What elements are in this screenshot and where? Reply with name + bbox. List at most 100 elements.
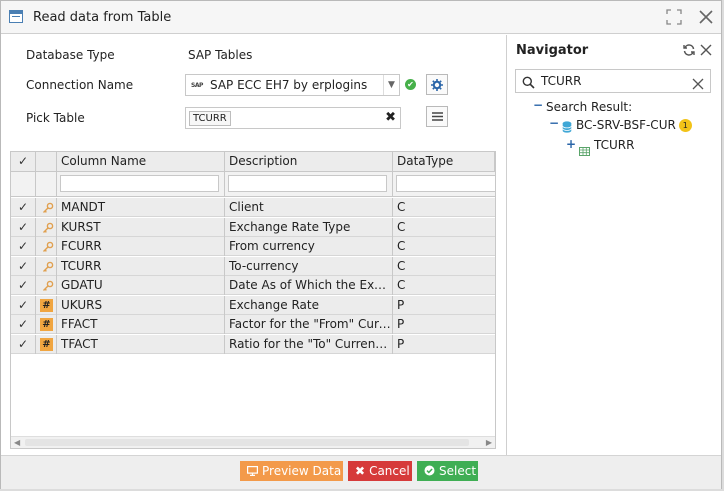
- description-cell: Client: [225, 198, 393, 217]
- connection-select[interactable]: SAP SAP ECC EH7 by erplogins ▼: [185, 74, 400, 96]
- table-row[interactable]: ✓ TCURR To-currency C: [11, 256, 495, 276]
- collapse-icon[interactable]: −: [533, 98, 543, 112]
- key-icon: [42, 279, 54, 291]
- table-row[interactable]: ✓ # FFACT Factor for the "From" Curre... P: [11, 315, 495, 334]
- connection-select-value: SAP ECC EH7 by erplogins: [210, 78, 368, 92]
- row-type-cell: [36, 276, 57, 295]
- table-icon: [579, 141, 590, 160]
- connection-ok-icon: ✔: [405, 79, 416, 90]
- clear-icon[interactable]: ✖: [385, 110, 396, 125]
- tree-root-label[interactable]: Search Result:: [546, 100, 632, 114]
- window-title: Read data from Table: [33, 10, 172, 25]
- filter-datatype-cell: [393, 172, 495, 197]
- preview-data-button[interactable]: Preview Data: [240, 461, 343, 481]
- datatype-cell: C: [397, 278, 406, 292]
- tree-leaf-tcurr[interactable]: TCURR: [594, 138, 634, 152]
- preview-data-label: Preview Data: [262, 464, 342, 478]
- datatype-cell: P: [397, 297, 405, 312]
- table-row[interactable]: ✓ # TFACT Ratio for the "To" Currency ... P: [11, 334, 495, 354]
- row-checkbox[interactable]: ✓: [11, 217, 36, 237]
- row-checkbox[interactable]: ✓: [11, 256, 36, 276]
- chevron-down-icon[interactable]: ▼: [383, 75, 399, 95]
- row-checkbox[interactable]: ✓: [11, 315, 36, 334]
- column-name-cell: FFACT: [57, 315, 225, 334]
- tree-group-label: BC-SRV-BSF-CUR: [576, 118, 676, 132]
- cancel-button[interactable]: ✖ Cancel: [348, 461, 412, 481]
- column-name-filter-input[interactable]: [60, 175, 219, 192]
- grid-header: ✓ Column Name Description DataType: [11, 152, 495, 172]
- description-cell: Exchange Rate: [225, 295, 393, 315]
- horizontal-scrollbar[interactable]: ◀ ▶: [11, 436, 495, 448]
- datatype-cell: P: [397, 317, 405, 331]
- result-count-badge: 1: [678, 119, 692, 132]
- filter-spacer-icon: [36, 172, 57, 197]
- table-row[interactable]: ✓ KURST Exchange Rate Type C: [11, 217, 495, 237]
- row-checkbox[interactable]: ✓: [11, 334, 36, 354]
- select-all-checkbox[interactable]: ✓: [11, 152, 36, 172]
- hash-icon: #: [40, 298, 53, 312]
- datatype-filter-input[interactable]: [396, 175, 495, 192]
- pick-table-label: Pick Table: [26, 111, 85, 125]
- column-name-cell: TCURR: [57, 256, 225, 276]
- close-icon[interactable]: [697, 8, 715, 26]
- refresh-icon[interactable]: [683, 41, 695, 60]
- pick-table-input[interactable]: TCURR ✖: [185, 107, 401, 129]
- expand-icon[interactable]: +: [566, 137, 576, 151]
- row-type-cell: [36, 217, 57, 237]
- table-row[interactable]: ✓ # UKURS Exchange Rate P: [11, 295, 495, 315]
- dialog-footer: Preview Data ✖ Cancel Select: [1, 455, 721, 489]
- navigator-search-input[interactable]: TCURR: [515, 69, 711, 93]
- select-label: Select: [439, 464, 477, 478]
- datatype-cell: C: [397, 200, 406, 214]
- check-circle-icon: [424, 461, 435, 481]
- row-checkbox[interactable]: ✓: [11, 276, 36, 295]
- scroll-right-icon[interactable]: ▶: [486, 438, 492, 447]
- description-filter-input[interactable]: [228, 175, 387, 192]
- row-checkbox[interactable]: ✓: [11, 295, 36, 315]
- description-cell: From currency: [225, 237, 393, 256]
- select-button[interactable]: Select: [417, 461, 478, 481]
- row-checkbox[interactable]: ✓: [11, 198, 36, 217]
- search-clear-icon[interactable]: [692, 75, 704, 94]
- key-icon: [42, 260, 54, 272]
- tree-group-item[interactable]: BC-SRV-BSF-CUR 1: [576, 118, 692, 132]
- sap-logo-icon: SAP: [191, 82, 203, 89]
- column-name-header[interactable]: Column Name: [57, 152, 225, 172]
- column-name-cell: TFACT: [57, 334, 225, 354]
- description-cell: To-currency: [225, 256, 393, 276]
- search-icon: [522, 74, 535, 93]
- key-icon: [42, 240, 54, 252]
- description-header[interactable]: Description: [225, 152, 393, 172]
- read-table-dialog: Read data from Table Database Type SAP T…: [0, 0, 722, 489]
- filter-column-name-cell: [57, 172, 225, 197]
- datatype-cell: C: [397, 219, 406, 234]
- navigator-close-icon[interactable]: [700, 41, 712, 60]
- connection-settings-button[interactable]: [426, 74, 448, 95]
- table-row[interactable]: ✓ GDATU Date As of Which the Excha... C: [11, 276, 495, 295]
- table-row[interactable]: ✓ FCURR From currency C: [11, 237, 495, 256]
- datatype-header[interactable]: DataType: [393, 152, 495, 172]
- scroll-left-icon[interactable]: ◀: [14, 438, 20, 447]
- key-icon: [42, 221, 54, 233]
- maximize-icon[interactable]: [665, 8, 683, 26]
- gear-icon: [431, 78, 443, 91]
- filter-row: [11, 172, 495, 197]
- database-type-label: Database Type: [26, 48, 115, 62]
- scrollbar-thumb[interactable]: [25, 439, 469, 446]
- datatype-cell: C: [397, 258, 406, 273]
- navigator-panel: Navigator TCURR − Search Result: − BC-SR…: [506, 35, 721, 455]
- table-list-button[interactable]: [426, 106, 448, 127]
- table-chip[interactable]: TCURR: [189, 111, 231, 126]
- menu-icon: [431, 112, 443, 121]
- database-icon: [562, 118, 572, 137]
- table-row[interactable]: ✓ MANDT Client C: [11, 198, 495, 217]
- cancel-label: Cancel: [369, 464, 410, 478]
- row-type-cell: #: [36, 315, 57, 334]
- column-name-cell: GDATU: [57, 276, 225, 295]
- collapse-icon[interactable]: −: [549, 116, 559, 130]
- column-name-cell: FCURR: [57, 237, 225, 256]
- row-type-cell: [36, 198, 57, 217]
- filter-description-cell: [225, 172, 393, 197]
- monitor-icon: [247, 461, 259, 481]
- row-checkbox[interactable]: ✓: [11, 237, 36, 256]
